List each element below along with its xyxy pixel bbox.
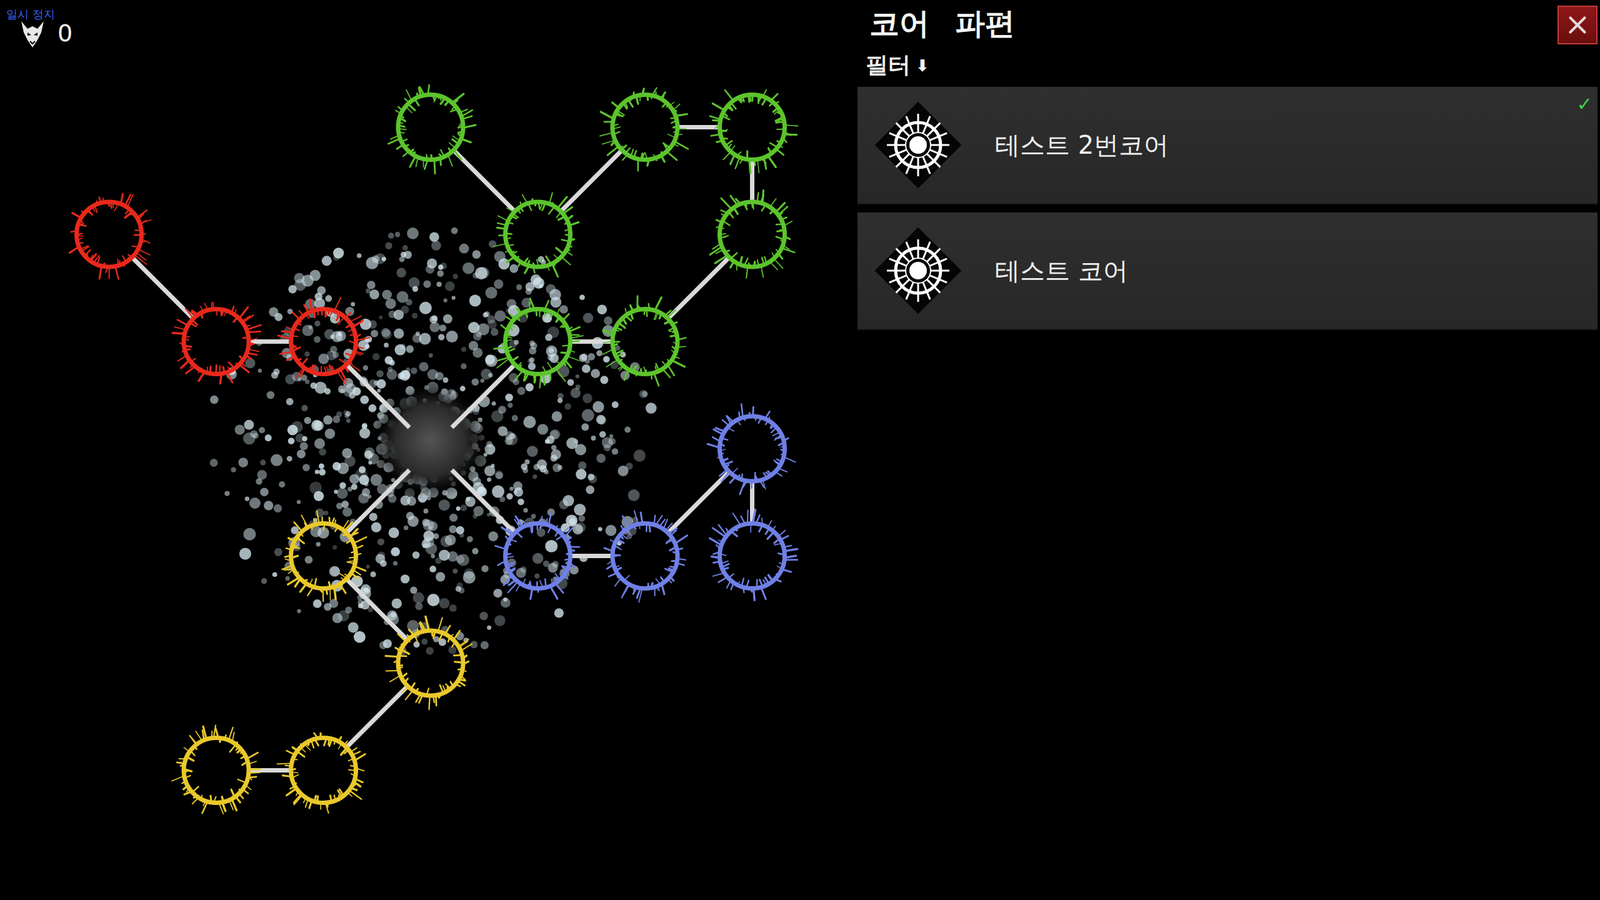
skill-node[interactable]	[600, 88, 689, 172]
core-panel: 코어 파편필터⬇ 테스트 2번코어 ✓ 테스트 코어	[857, 0, 1600, 900]
node-link	[346, 686, 408, 748]
skill-node[interactable]	[707, 403, 796, 494]
node-link	[451, 364, 515, 428]
node-link	[346, 578, 408, 640]
core-item[interactable]: 테스트 코어	[857, 212, 1598, 330]
filter-button[interactable]: 필터⬇	[857, 47, 1600, 86]
node-link	[570, 553, 614, 559]
node-link	[131, 257, 194, 319]
skill-tree	[0, 0, 858, 900]
node-link	[451, 470, 515, 534]
skill-node[interactable]	[494, 298, 584, 389]
skill-node[interactable]	[710, 90, 799, 174]
check-icon: ✓	[1576, 93, 1593, 115]
skill-node[interactable]	[710, 190, 795, 279]
panel-header: 코어 파편	[857, 0, 1600, 48]
filter-label: 필터	[865, 50, 911, 81]
close-icon	[1563, 10, 1592, 40]
core-name: 테스트 2번코어	[995, 130, 1169, 160]
skill-node[interactable]	[171, 725, 260, 814]
tree-canvas[interactable]: 일시 정지0	[0, 0, 858, 900]
skill-node[interactable]	[281, 510, 367, 601]
pause-status: 일시 정지	[6, 7, 73, 22]
skill-node[interactable]	[495, 513, 580, 599]
close-button[interactable]	[1557, 5, 1598, 45]
core-node[interactable]	[405, 420, 456, 470]
core-name: 테스트 코어	[995, 255, 1129, 286]
node-link	[248, 768, 292, 773]
core-screen: 일시 정지0 코어 파편필터⬇ 테스트 2번코어 ✓ 테스트 코어	[0, 0, 1600, 900]
core-icon	[866, 218, 970, 323]
core-list: 테스트 2번코어 ✓ 테스트 코어	[857, 86, 1600, 330]
node-link	[248, 339, 292, 344]
core-item[interactable]: 테스트 2번코어 ✓	[857, 86, 1598, 205]
particle-cloud	[210, 227, 657, 655]
node-link	[570, 339, 614, 344]
skill-node[interactable]	[604, 510, 687, 602]
skill-node[interactable]	[278, 297, 370, 385]
skill-node[interactable]	[493, 193, 579, 277]
skill-node[interactable]	[385, 616, 472, 710]
currency-count: 0	[57, 19, 73, 49]
node-link	[346, 364, 410, 428]
skill-node[interactable]	[276, 733, 365, 814]
node-link	[668, 257, 730, 319]
currency: 0	[18, 18, 73, 49]
skill-node[interactable]	[710, 510, 798, 601]
node-link	[346, 470, 410, 534]
node-link	[677, 125, 720, 130]
skill-node[interactable]	[69, 194, 152, 280]
demon-icon	[18, 18, 47, 49]
panel-title: 코어 파편	[869, 5, 1015, 42]
node-link	[560, 150, 622, 212]
skill-node[interactable]	[602, 296, 686, 387]
core-icon	[866, 93, 970, 197]
node-link	[453, 150, 515, 212]
skill-node[interactable]	[172, 302, 261, 384]
hud: 일시 정지0	[6, 7, 73, 49]
arrow-down-icon: ⬇	[915, 56, 930, 75]
node-link	[668, 471, 730, 534]
node-link	[750, 160, 755, 203]
skill-node[interactable]	[388, 85, 476, 174]
